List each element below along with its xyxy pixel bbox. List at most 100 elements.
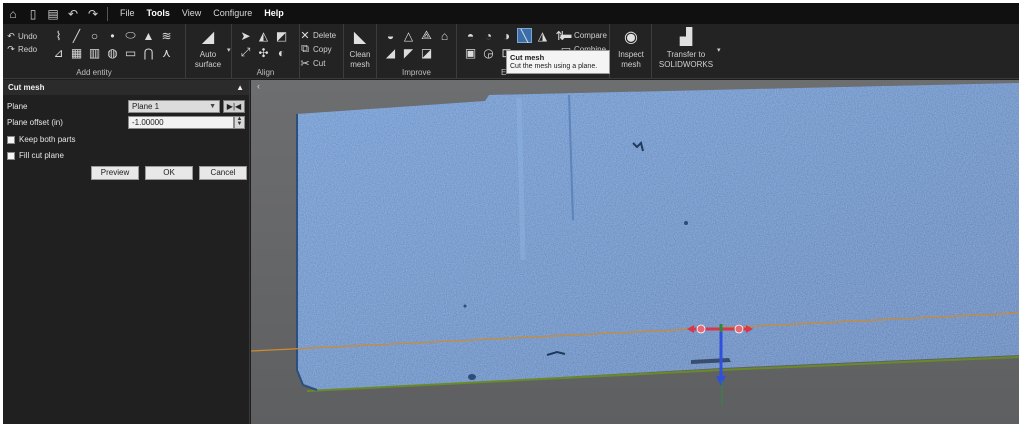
fill-holes-icon[interactable]: ⌂ — [437, 28, 452, 43]
surface-mark — [463, 304, 467, 308]
plane-offset-input[interactable]: -1.00000 — [128, 116, 234, 129]
surface-mark — [684, 221, 688, 225]
keep-both-parts-box[interactable] — [7, 135, 15, 144]
solidworks-icon: ▟ — [679, 29, 693, 46]
rectangle-icon[interactable]: ▭ — [123, 45, 138, 60]
new-file-icon[interactable]: ▯ — [23, 3, 43, 24]
undo-button[interactable]: ↶ Undo — [7, 29, 37, 43]
menu-configure[interactable]: Configure — [207, 3, 258, 24]
3d-viewport[interactable]: ‹ — [251, 80, 1019, 424]
copy-button[interactable]: ⧉ Copy — [300, 42, 332, 56]
cut-mesh-icon[interactable]: ╲ — [517, 28, 532, 43]
menu-view[interactable]: View — [176, 3, 207, 24]
redo-history-icon[interactable]: ↷ — [83, 3, 103, 24]
improve-label: Improve — [402, 68, 431, 77]
add-entity-label: Add entity — [76, 68, 112, 77]
polyline-icon[interactable]: ⌇ — [51, 28, 66, 43]
menu-help[interactable]: Help — [258, 3, 290, 24]
transfer-dropdown-icon[interactable]: ▾ — [717, 46, 721, 54]
transfer-button[interactable]: ▟ Transfer to SOLIDWORKS — [654, 28, 718, 70]
delete-label: Delete — [313, 30, 337, 40]
cone-icon[interactable]: ▲ — [141, 28, 156, 43]
sharpen-icon[interactable]: ◤ — [401, 45, 416, 60]
align-cursor-icon[interactable]: ➤ — [238, 28, 253, 43]
mesh-tool-icon[interactable]: ◓ — [463, 28, 478, 43]
ok-button[interactable]: OK — [145, 166, 193, 180]
panel-title: Cut mesh — [8, 83, 45, 92]
preview-button[interactable]: Preview — [91, 166, 139, 180]
stepper-down-icon[interactable]: ▼ — [237, 121, 243, 127]
cut-mesh-panel: Cut mesh ▲ Plane Plane 1 ▼ ▶|◀ Plane off… — [3, 80, 250, 424]
delete-button[interactable]: ✕ Delete — [300, 28, 336, 42]
gizmo-blue-arrow[interactable] — [716, 376, 726, 386]
app-window: ⌂ ▯ ▤ ↶ ↷ File Tools View Configure Help… — [3, 3, 1019, 424]
menu-file[interactable]: File — [114, 3, 141, 24]
align-vector-icon[interactable]: ⤢ — [238, 45, 253, 60]
plane-offset-value: -1.00000 — [132, 118, 164, 127]
align-label: Align — [256, 68, 275, 77]
mesh-rotate-icon[interactable]: ◶ — [481, 45, 496, 60]
menu-tools[interactable]: Tools — [141, 3, 176, 24]
remesh-icon[interactable]: ◪ — [419, 45, 434, 60]
mesh-edit-row-1: ◓ ◔ ◑ ╲ ◮ ⇅ — [463, 28, 568, 43]
entity-tools-row-1: ⌇ ╱ ○ • ⬭ ▲ ≋ — [51, 28, 174, 43]
plane-select[interactable]: Plane 1 ▼ — [128, 100, 220, 113]
arch-icon[interactable]: ⋂ — [141, 45, 156, 60]
viewport-canvas — [251, 83, 1019, 405]
align-shape-icon[interactable]: ◭ — [256, 28, 271, 43]
sphere-icon[interactable]: ◍ — [105, 45, 120, 60]
auto-surface-dropdown-icon[interactable]: ▾ — [227, 46, 231, 54]
cancel-button[interactable]: Cancel — [199, 166, 247, 180]
refine-icon[interactable]: ⟁ — [419, 28, 434, 43]
redo-button[interactable]: ↷ Redo — [7, 42, 37, 56]
keep-both-parts-checkbox[interactable]: Keep both parts — [7, 133, 75, 146]
flip-plane-button[interactable]: ▶|◀ — [223, 100, 245, 113]
fill-cut-plane-box[interactable] — [7, 151, 15, 160]
compare-button[interactable]: ▬ Compare — [561, 28, 607, 42]
line-icon[interactable]: ╱ — [69, 28, 84, 43]
cut-button[interactable]: ✂ Cut — [300, 56, 325, 70]
scissors-icon: ✂ — [300, 57, 310, 70]
plane-offset-stepper[interactable]: ▲ ▼ — [234, 116, 245, 129]
panel-header[interactable]: Cut mesh ▲ — [3, 80, 249, 95]
mesh-select-icon[interactable]: ▣ — [463, 45, 478, 60]
menu-divider — [107, 6, 108, 21]
decimate-icon[interactable]: △ — [401, 28, 416, 43]
align-rotate-icon[interactable]: ◐ — [274, 45, 289, 60]
auto-surface-label: Auto surface — [194, 50, 222, 69]
align-surface-icon[interactable]: ◩ — [274, 28, 289, 43]
plane-label: Plane — [7, 102, 28, 111]
clean-mesh-button[interactable]: ◣ Clean mesh — [345, 28, 375, 70]
matrix-icon[interactable]: ▥ — [87, 45, 102, 60]
gizmo-red-handle-right[interactable] — [734, 324, 744, 334]
circle-icon[interactable]: ○ — [87, 28, 102, 43]
edit-group: ✕ Delete ⧉ Copy ✂ Cut — [300, 24, 344, 79]
improve-tools-row-2: ◢ ◤ ◪ — [383, 45, 434, 60]
clean-mesh-label: Clean mesh — [349, 50, 371, 69]
align-points-icon[interactable]: ✣ — [256, 45, 271, 60]
grid-icon[interactable]: ▦ — [69, 45, 84, 60]
entity-tools-row-2: ⊿ ▦ ▥ ◍ ▭ ⋂ ⋏ — [51, 45, 174, 60]
transfer-label: Transfer to SOLIDWORKS — [658, 50, 714, 69]
mesh-tool-2-icon[interactable]: ◑ — [499, 28, 514, 43]
gizmo-red-handle-left[interactable] — [696, 324, 706, 334]
branch-icon[interactable]: ⋏ — [159, 45, 174, 60]
fill-cut-plane-checkbox[interactable]: Fill cut plane — [7, 149, 64, 162]
smooth-icon[interactable]: ◒ — [383, 28, 398, 43]
optimize-icon[interactable]: ◢ — [383, 45, 398, 60]
inspect-mesh-button[interactable]: ◉ Inspect mesh — [613, 28, 649, 70]
stack-icon[interactable]: ≋ — [159, 28, 174, 43]
chevron-up-icon[interactable]: ▲ — [236, 83, 244, 92]
angle-icon[interactable]: ⊿ — [51, 45, 66, 60]
mirror-icon[interactable]: ◮ — [535, 28, 550, 43]
align-group: ➤ ◭ ◩ ⤢ ✣ ◐ Align — [232, 24, 300, 79]
home-icon[interactable]: ⌂ — [3, 3, 23, 24]
save-icon[interactable]: ▤ — [43, 3, 63, 24]
undo-history-icon[interactable]: ↶ — [63, 3, 83, 24]
plane-select-value: Plane 1 — [132, 102, 160, 111]
ellipse-icon[interactable]: ⬭ — [123, 28, 138, 43]
auto-surface-button[interactable]: ◢ Auto surface — [188, 28, 228, 70]
mesh-paint-icon[interactable]: ◔ — [481, 28, 496, 43]
point-icon[interactable]: • — [105, 28, 120, 43]
tooltip-description: Cut the mesh using a plane. — [510, 63, 598, 70]
